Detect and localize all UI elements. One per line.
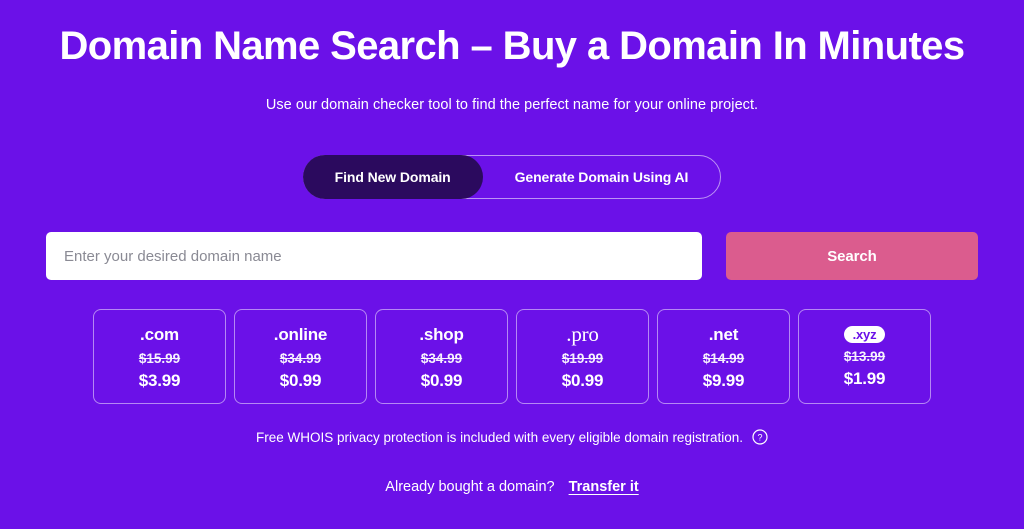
- page-title: Domain Name Search – Buy a Domain In Min…: [59, 24, 966, 68]
- tld-old-price-online: $34.99: [279, 350, 322, 366]
- tld-new-price-xyz: $1.99: [843, 369, 886, 389]
- tld-card-net[interactable]: .net $14.99 $9.99: [657, 309, 790, 404]
- domain-search-page: Domain Name Search – Buy a Domain In Min…: [0, 0, 1024, 529]
- tld-name-net: .net: [708, 324, 739, 344]
- tab-group-container: Find New Domain Generate Domain Using AI: [0, 155, 1024, 199]
- tld-card-online[interactable]: .online $34.99 $0.99: [234, 309, 367, 404]
- search-input[interactable]: [46, 232, 702, 280]
- tld-card-xyz[interactable]: .xyz $13.99 $1.99: [798, 309, 931, 404]
- tld-new-price-online: $0.99: [279, 371, 322, 391]
- tld-name-xyz: .xyz: [843, 325, 886, 343]
- tld-old-price-net: $14.99: [702, 350, 745, 366]
- whois-note: Free WHOIS privacy protection is include…: [0, 429, 1024, 445]
- tld-new-price-net: $9.99: [702, 371, 745, 391]
- tld-old-price-com: $15.99: [138, 350, 181, 366]
- page-subtitle: Use our domain checker tool to find the …: [265, 97, 759, 113]
- transfer-question: Already bought a domain?: [385, 479, 555, 495]
- svg-text:?: ?: [757, 433, 762, 443]
- tld-old-price-pro: $19.99: [561, 350, 604, 366]
- tld-new-price-com: $3.99: [138, 371, 181, 391]
- search-button[interactable]: Search: [726, 232, 978, 280]
- whois-note-text: Free WHOIS privacy protection is include…: [256, 429, 743, 445]
- tab-find-new-domain[interactable]: Find New Domain: [302, 155, 483, 199]
- tld-old-price-xyz: $13.99: [843, 348, 886, 364]
- tab-group: Find New Domain Generate Domain Using AI: [302, 155, 722, 199]
- tld-old-price-shop: $34.99: [420, 350, 463, 366]
- tld-new-price-shop: $0.99: [420, 371, 463, 391]
- tld-name-online: .online: [273, 324, 328, 344]
- tld-new-price-pro: $0.99: [561, 371, 604, 391]
- tld-price-card-list: .com $15.99 $3.99 .online $34.99 $0.99 .…: [0, 309, 1024, 404]
- tld-name-pro: .pro: [566, 321, 599, 346]
- tld-name-com: .com: [140, 324, 179, 344]
- tld-card-shop[interactable]: .shop $34.99 $0.99: [375, 309, 508, 404]
- tab-generate-domain-using-ai-label: Generate Domain Using AI: [514, 169, 689, 185]
- tld-card-pro[interactable]: .pro $19.99 $0.99: [516, 309, 649, 404]
- tld-name-shop: .shop: [419, 324, 464, 344]
- help-circle-icon[interactable]: ?: [752, 429, 768, 445]
- tab-generate-domain-using-ai[interactable]: Generate Domain Using AI: [483, 156, 721, 198]
- transfer-it-link[interactable]: Transfer it: [569, 479, 639, 495]
- tld-card-com[interactable]: .com $15.99 $3.99: [93, 309, 226, 404]
- tab-find-new-domain-label: Find New Domain: [334, 169, 451, 185]
- transfer-prompt: Already bought a domain? Transfer it: [0, 479, 1024, 495]
- search-row: Search: [0, 232, 1024, 280]
